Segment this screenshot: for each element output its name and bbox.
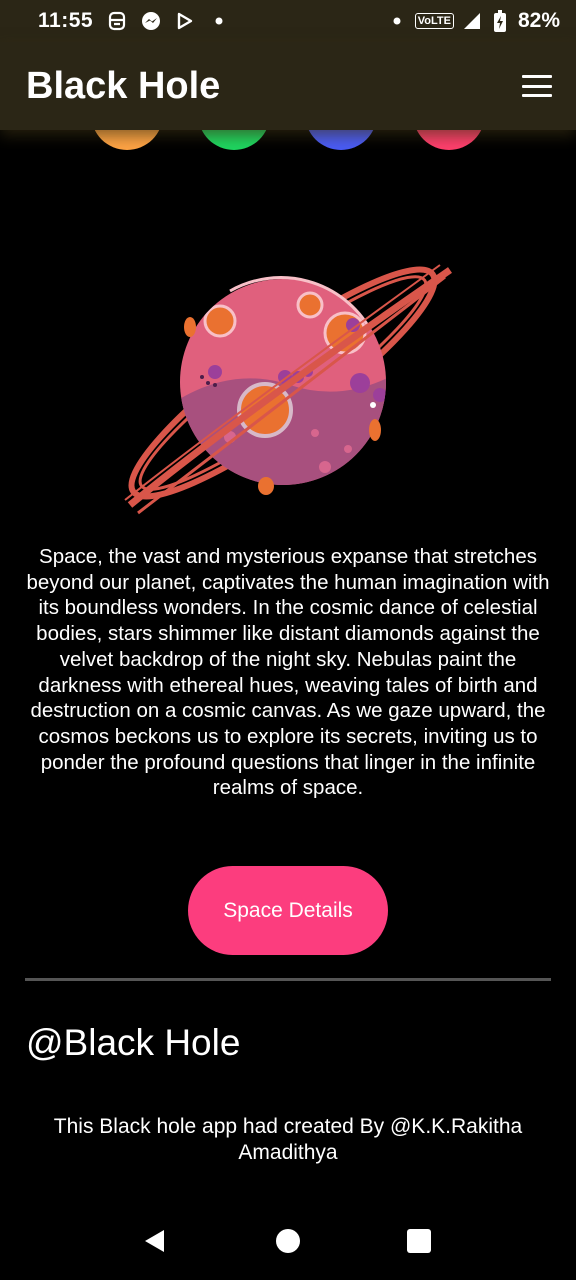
dot-icon <box>209 11 229 31</box>
planet-illustration <box>120 255 455 520</box>
hamburger-menu-icon[interactable] <box>522 75 552 97</box>
battery-percent: 82% <box>517 9 560 32</box>
divider <box>25 978 551 981</box>
space-description: Space, the vast and mysterious expanse t… <box>26 545 550 800</box>
signal-icon <box>462 11 482 31</box>
footer-title: @Black Hole <box>26 1022 241 1063</box>
battery-icon <box>490 10 510 32</box>
footer-credit: This Black hole app had created By @K.K.… <box>53 1115 523 1164</box>
play-store-icon <box>175 11 195 31</box>
dot-icon <box>387 11 407 31</box>
space-details-button[interactable]: Space Details <box>188 866 388 955</box>
status-bar: 11:55 VoLTE 82% <box>0 0 576 42</box>
recents-icon[interactable] <box>406 1228 432 1259</box>
home-icon[interactable] <box>275 1228 301 1259</box>
app-title: Black Hole <box>26 64 221 107</box>
messenger-icon <box>141 11 161 31</box>
back-icon[interactable] <box>142 1228 168 1259</box>
app-notification-icon <box>107 11 127 31</box>
status-time: 11:55 <box>38 9 94 32</box>
app-bar: Black Hole <box>0 42 576 130</box>
volte-badge: VoLTE <box>414 13 454 29</box>
